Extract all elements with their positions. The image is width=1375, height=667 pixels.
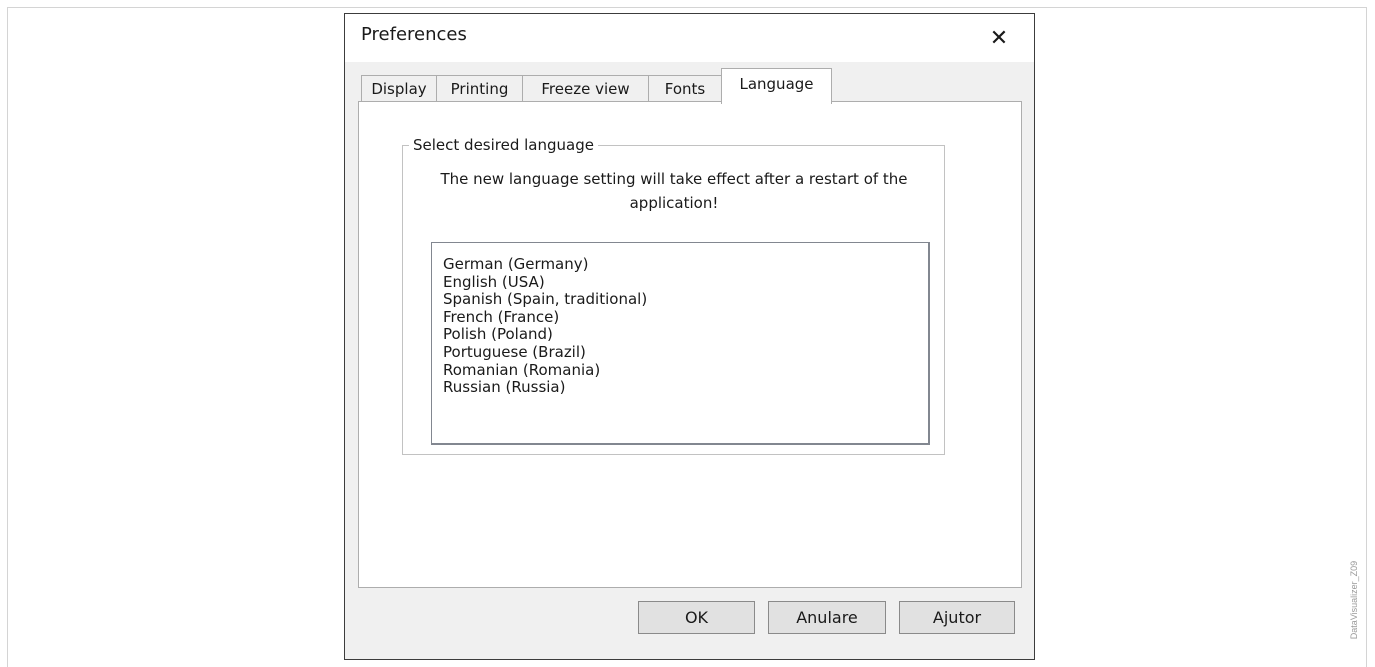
- language-option[interactable]: French (France): [443, 308, 928, 327]
- language-option[interactable]: English (USA): [443, 273, 928, 292]
- close-icon[interactable]: ✕: [977, 22, 1021, 54]
- tab-language[interactable]: Language: [721, 68, 832, 104]
- dialog-title: Preferences: [361, 24, 467, 45]
- language-option[interactable]: Spanish (Spain, traditional): [443, 291, 928, 309]
- language-option[interactable]: German (Germany): [443, 255, 928, 274]
- language-tab-panel: Select desired language The new language…: [358, 101, 1022, 588]
- tab-display[interactable]: Display: [361, 75, 437, 103]
- restart-notice: The new language setting will take effec…: [440, 170, 908, 212]
- language-option[interactable]: Romanian (Romania): [443, 361, 928, 380]
- help-button[interactable]: Ajutor: [899, 601, 1015, 634]
- tab-printing[interactable]: Printing: [436, 75, 523, 103]
- language-listbox[interactable]: German (Germany) English (USA) Spanish (…: [431, 242, 930, 445]
- dialog-titlebar: Preferences ✕: [345, 14, 1034, 62]
- language-option[interactable]: Portuguese (Brazil): [443, 343, 928, 362]
- preferences-dialog: Preferences ✕ Display Printing Freeze vi…: [344, 13, 1035, 660]
- cancel-button[interactable]: Anulare: [768, 601, 886, 634]
- groupbox-title: Select desired language: [409, 135, 598, 155]
- language-groupbox: Select desired language The new language…: [402, 135, 945, 455]
- tab-freeze-view[interactable]: Freeze view: [522, 75, 649, 103]
- figure-caption: DataVisualizer_Z09: [1349, 560, 1359, 640]
- language-option[interactable]: Polish (Poland): [443, 326, 928, 344]
- tab-fonts[interactable]: Fonts: [648, 75, 722, 103]
- language-option[interactable]: Russian (Russia): [443, 379, 928, 397]
- ok-button[interactable]: OK: [638, 601, 755, 634]
